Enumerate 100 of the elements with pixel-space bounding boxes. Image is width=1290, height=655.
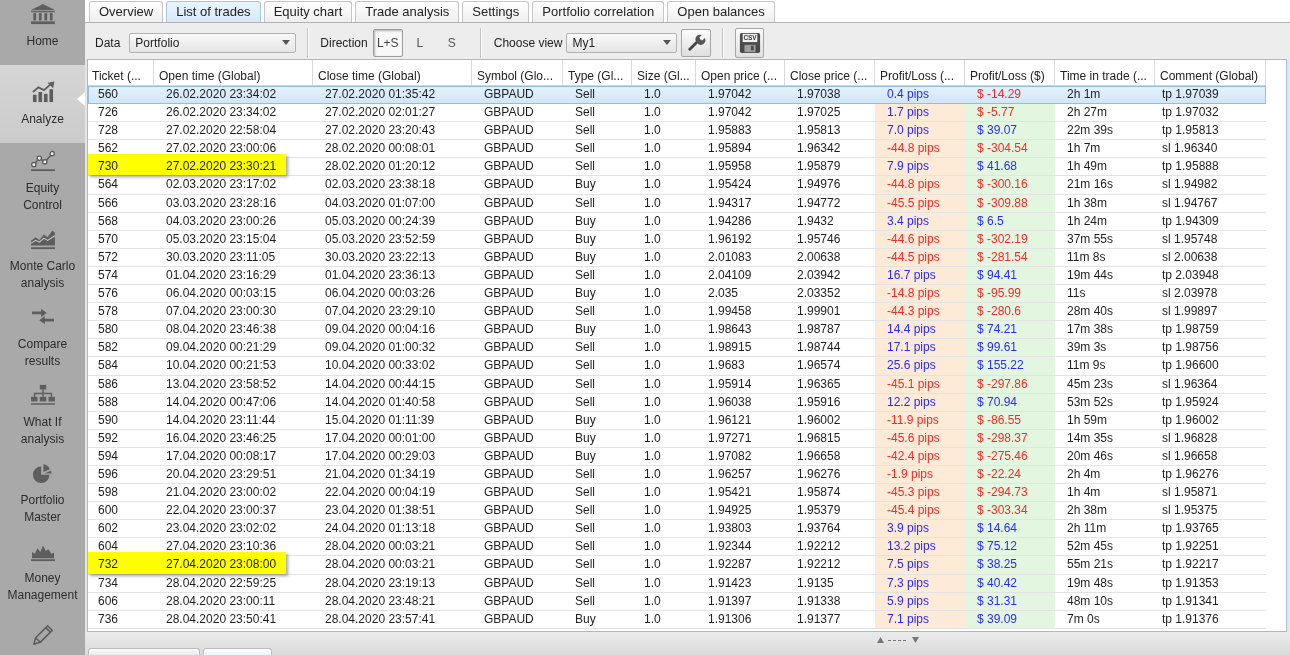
table-cell-text: 1.0 (643, 447, 662, 465)
table-cell-text: 28.02.2020 01:20:12 (324, 158, 437, 176)
table-cell-text: 1.0 (643, 411, 662, 429)
sidebar-item[interactable]: Analyze (0, 65, 85, 143)
table-cell-text: 1.91338 (796, 592, 842, 610)
table-cell-text: 28m 40s (1066, 303, 1115, 321)
sidebar-item[interactable]: Monte Carlo analysis (0, 221, 85, 299)
table-cell-text: 1.0 (643, 266, 662, 284)
table-cell-text: 1.97082 (707, 447, 753, 465)
table-cell-text: 576 (97, 285, 120, 303)
sidebar-item[interactable]: Money Management (0, 533, 85, 611)
column-header[interactable]: Time in trade (... (1055, 60, 1155, 85)
table-cell: -14.8 pips (875, 285, 965, 303)
tab[interactable]: Open balances (667, 1, 775, 22)
table-cell-text: 1.99901 (796, 303, 842, 321)
table-row[interactable]: 590 14.04.2020 23:11:44 15.04.2020 01:11:39 GBPAUD Buy 1.0 1.96121 1.96002 -11.9 pips $ -86.55 1h 59m tp 1.96002 (88, 411, 1266, 430)
table-cell-text: 09.04.2020 00:04:16 (324, 321, 437, 339)
table-cell-text: 1.91397 (707, 592, 753, 610)
table-cell: $ -95.99 (965, 285, 1055, 303)
table-cell-text: 1.95916 (796, 393, 842, 411)
table-cell-text: 1.0 (643, 357, 662, 375)
table-row[interactable]: 596 20.04.2020 23:29:51 21.04.2020 01:34:19 GBPAUD Sell 1.0 1.96257 1.96276 -1.9 pips $ -22.24 2h 4m tp 1.96276 (88, 465, 1266, 485)
table-row[interactable]: 730 27.02.2020 23:30:21 28.02.2020 01:20:12 GBPAUD Sell 1.0 1.95958 1.95879 7.9 pips $ 41.68 1h 49m tp 1.95888 (88, 158, 1266, 177)
table-cell-text: tp 1.97039 (1161, 86, 1220, 103)
table-row[interactable]: 736 28.04.2020 23:50:41 28.04.2020 23:57:41 GBPAUD Buy 1.0 1.91306 1.91377 7.1 pips $ 39.09 7m 0s tp 1.91376 (88, 610, 1266, 629)
table-cell-text: 1.0 (643, 176, 662, 194)
table-cell-text: Buy (574, 176, 597, 194)
tab[interactable]: Trade analysis (355, 1, 460, 22)
table-cell-text: 728 (97, 122, 120, 140)
table-row[interactable]: 732 27.04.2020 23:08:00 28.04.2020 00:03:21 GBPAUD Sell 1.0 1.92287 1.92212 7.5 pips $ 38.25 55m 21s tp 1.92217 (88, 556, 1266, 575)
table-row[interactable]: 728 27.02.2020 22:58:04 27.02.2020 23:20:43 GBPAUD Sell 1.0 1.95883 1.95813 7.0 pips $ 39.07 22m 39s tp 1.95813 (88, 122, 1266, 141)
table-cell-text: 08.04.2020 23:46:38 (165, 321, 278, 339)
tab[interactable]: Equity chart (263, 1, 353, 22)
table-cell-text: 02.03.2020 23:17:02 (165, 176, 278, 194)
table-cell-text: sl 1.99897 (1161, 303, 1219, 321)
data-select[interactable]: Portfolio (129, 32, 297, 53)
table-row[interactable]: 574 01.04.2020 23:16:29 01.04.2020 23:36:13 GBPAUD Sell 1.0 2.04109 2.03942 16.7 pips $ 94.41 19m 44s tp 2.03948 (88, 266, 1266, 286)
table-cell: $ 155.22 (965, 357, 1055, 375)
table-row[interactable]: 576 06.04.2020 00:03:15 06.04.2020 00:03:26 GBPAUD Buy 1.0 2.035 2.03352 -14.8 pips $ -95.99 11s sl 2.03978 (88, 285, 1266, 304)
table-row[interactable]: 588 14.04.2020 00:47:06 14.04.2020 01:40:58 GBPAUD Sell 1.0 1.96038 1.95916 12.2 pips $ 70.94 53m 52s tp 1.95924 (88, 393, 1266, 412)
splitter-handle-icon[interactable] (877, 636, 919, 644)
view-select[interactable]: My1 (566, 32, 678, 53)
table-row[interactable]: 580 08.04.2020 23:46:38 09.04.2020 00:04:16 GBPAUD Buy 1.0 1.98643 1.98787 14.4 pips $ 74.21 17m 38s tp 1.98759 (88, 321, 1266, 340)
column-header[interactable]: Profit/Loss (... (875, 60, 965, 85)
table-row[interactable]: 592 16.04.2020 23:46:25 17.04.2020 00:01:00 GBPAUD Buy 1.0 1.97271 1.96815 -45.6 pips $ -298.37 14m 35s sl 1.96828 (88, 429, 1266, 448)
sidebar-item[interactable]: Portfolio Master (0, 455, 85, 533)
table-cell-text: tp 1.92217 (1161, 556, 1220, 574)
column-header[interactable]: Size (Gl... (632, 60, 696, 85)
table-cell-text: 09.04.2020 01:00:32 (324, 339, 437, 357)
tab[interactable]: Portfolio correlation (532, 1, 665, 22)
table-cell-text: 2.03942 (796, 266, 842, 284)
wrench-button[interactable] (681, 28, 712, 57)
table-row[interactable]: 586 13.04.2020 23:58:52 14.04.2020 00:44:15 GBPAUD Sell 1.0 1.95914 1.96365 -45.1 pips $ -297.86 45m 23s sl 1.96364 (88, 375, 1266, 394)
table-cell-text: GBPAUD (483, 285, 535, 303)
table-row[interactable]: 606 28.04.2020 23:00:11 28.04.2020 23:48:21 GBPAUD Sell 1.0 1.91397 1.91338 5.9 pips $ 31.31 48m 10s tp 1.91341 (88, 592, 1266, 611)
tab[interactable]: List of trades (166, 1, 261, 22)
table-row[interactable]: 726 26.02.2020 23:34:02 27.02.2020 02:01:27 GBPAUD Sell 1.0 1.97042 1.97025 1.7 pips $ -5.77 2h 27m tp 1.97032 (88, 104, 1266, 123)
direction-toggle[interactable]: S (436, 28, 467, 57)
table-cell-text: 23.04.2020 01:38:51 (324, 502, 437, 520)
direction-toggle[interactable]: L+S (372, 28, 403, 57)
column-header[interactable]: Type (Gl... (563, 60, 632, 85)
table-row[interactable]: 594 17.04.2020 00:08:17 17.04.2020 00:29:03 GBPAUD Buy 1.0 1.97082 1.96658 -42.4 pips $ -275.46 20m 46s sl 1.96658 (88, 447, 1266, 466)
sidebar-item[interactable]: Home (0, 0, 85, 65)
table-row[interactable]: 582 09.04.2020 00:21:29 09.04.2020 01:00:32 GBPAUD Sell 1.0 1.98915 1.98744 17.1 pips $ 99.61 39m 3s tp 1.98756 (88, 339, 1266, 358)
tab[interactable]: Settings (462, 1, 530, 22)
table-cell-text: tp 1.98756 (1161, 339, 1220, 357)
column-header[interactable]: Close time (Global) (313, 60, 472, 85)
table-row[interactable]: 564 02.03.2020 23:17:02 02.03.2020 23:38:18 GBPAUD Buy 1.0 1.95424 1.94976 -44.8 pips $ -300.16 21m 16s sl 1.94982 (88, 176, 1266, 195)
table-row[interactable]: 584 10.04.2020 00:21:53 10.04.2020 00:33:02 GBPAUD Sell 1.0 1.9683 1.96574 25.6 pips $ 155.22 11m 9s tp 1.96600 (88, 357, 1266, 376)
table-row[interactable]: 600 22.04.2020 23:00:37 23.04.2020 01:38:51 GBPAUD Sell 1.0 1.94925 1.95379 -45.4 pips $ -303.34 2h 38m sl 1.95375 (88, 502, 1266, 521)
sidebar-item[interactable]: Compare results (0, 299, 85, 377)
direction-toggle[interactable]: L (404, 28, 435, 57)
tab[interactable]: Overview (89, 1, 164, 22)
table-cell-text: 568 (97, 212, 120, 230)
table-row[interactable]: 578 07.04.2020 23:00:30 07.04.2020 23:29:10 GBPAUD Sell 1.0 1.99458 1.99901 -44.3 pips $ -280.6 28m 40s sl 1.99897 (88, 303, 1266, 322)
table-row[interactable]: 568 04.03.2020 23:00:26 05.03.2020 00:24:39 GBPAUD Buy 1.0 1.94286 1.9432 3.4 pips $ 6.5 1h 24m tp 1.94309 (88, 212, 1266, 231)
column-header[interactable]: Open time (Global) (154, 60, 313, 85)
table-cell-text: Sell (574, 303, 596, 321)
panel-tab[interactable] (88, 648, 200, 655)
column-header[interactable]: Comment (Global) (1155, 60, 1266, 85)
panel-tab[interactable] (203, 648, 272, 655)
column-header[interactable]: Profit/Loss ($) (965, 60, 1055, 85)
sidebar-item[interactable]: Equity Control (0, 143, 85, 221)
table-cell-text: Sell (574, 86, 596, 103)
table-row[interactable]: 734 28.04.2020 22:59:25 28.04.2020 23:19:13 GBPAUD Sell 1.0 1.91423 1.9135 7.3 pips $ 40.42 19m 48s tp 1.91353 (88, 574, 1266, 593)
table-cell-text: Buy (574, 321, 597, 339)
sidebar-item[interactable]: What If analysis (0, 377, 85, 455)
table-row[interactable]: 566 03.03.2020 23:28:16 04.03.2020 01:07:00 GBPAUD Sell 1.0 1.94317 1.94772 -45.5 pips $ -309.88 1h 38m sl 1.94767 (88, 194, 1266, 213)
column-header[interactable]: Close price (... (785, 60, 875, 85)
table-row[interactable]: 598 21.04.2020 23:00:02 22.04.2020 00:04:19 GBPAUD Sell 1.0 1.95421 1.95874 -45.3 pips $ -294.73 1h 4m sl 1.95871 (88, 484, 1266, 503)
table-row[interactable]: 570 05.03.2020 23:15:04 05.03.2020 23:52:59 GBPAUD Buy 1.0 1.96192 1.95746 -44.6 pips $ -302.19 37m 55s sl 1.95748 (88, 230, 1266, 249)
column-header[interactable]: Symbol (Glo... (472, 60, 563, 85)
table-cell-text: 578 (97, 303, 120, 321)
table-row[interactable]: 572 30.03.2020 23:11:05 30.03.2020 23:22:13 GBPAUD Buy 1.0 2.01083 2.00638 -44.5 pips $ -281.54 11m 8s sl 2.00638 (88, 248, 1266, 267)
table-row[interactable]: 602 23.04.2020 23:02:02 24.04.2020 01:13:18 GBPAUD Sell 1.0 1.93803 1.93764 3.9 pips $ 14.64 2h 11m tp 1.93765 (88, 520, 1266, 539)
column-header[interactable]: Open price (... (696, 60, 785, 85)
column-header[interactable]: Ticket (... (88, 60, 154, 85)
table-cell-text: 1.0 (643, 502, 662, 520)
table-cell: -45.4 pips (875, 502, 965, 520)
table-row[interactable]: 560 26.02.2020 23:34:02 27.02.2020 01:35:42 GBPAUD Sell 1.0 1.97042 1.97038 0.4 pips $ -14.29 2h 1m tp 1.97039 (88, 86, 1266, 105)
